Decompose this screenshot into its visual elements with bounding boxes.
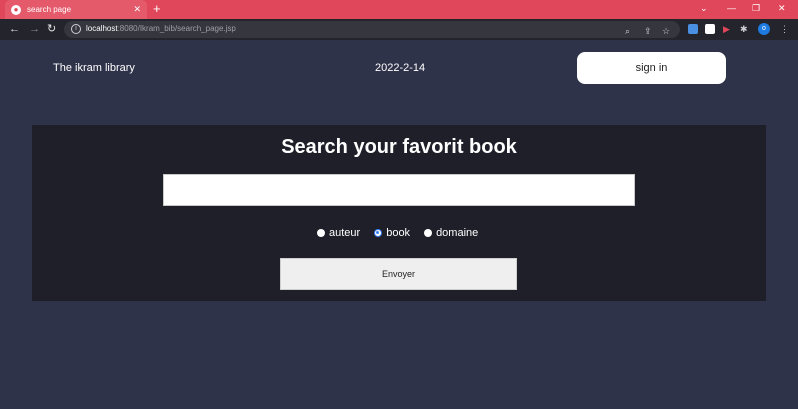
forward-icon[interactable]: → <box>29 23 40 35</box>
extension-icon[interactable] <box>688 24 698 34</box>
back-icon[interactable]: ← <box>9 23 20 35</box>
radio-label: auteur <box>329 227 361 239</box>
brand-name: The ikram library <box>53 62 135 74</box>
tab-title: search page <box>27 5 72 14</box>
radio-button[interactable] <box>424 229 433 237</box>
browser-tab-bar: ● search page ✕ + ⌄ — ❐ ✕ <box>0 0 798 19</box>
search-type-radio-group: auteur book domaine <box>317 225 492 241</box>
globe-icon: ● <box>11 4 21 15</box>
radio-auteur[interactable]: auteur <box>317 227 360 239</box>
menu-kebab-icon[interactable]: ⋮ <box>780 23 789 35</box>
site-info-icon[interactable]: i <box>71 24 81 34</box>
radio-button[interactable] <box>317 229 325 237</box>
extension-icon[interactable] <box>705 24 715 34</box>
extension-play-icon[interactable]: ▶ <box>723 23 730 35</box>
reload-icon[interactable]: ↻ <box>47 23 56 35</box>
radio-book[interactable]: book <box>374 227 410 239</box>
search-panel: Search your favorit book auteur book dom… <box>32 125 766 301</box>
search-heading: Search your favorit book <box>281 136 517 158</box>
current-date: 2022-2-14 <box>375 62 426 74</box>
window-close-icon[interactable]: ✕ <box>778 2 786 14</box>
bookmark-star-icon[interactable]: ☆ <box>662 25 670 37</box>
submit-button[interactable]: Envoyer <box>280 258 517 290</box>
restore-icon[interactable]: ❐ <box>752 2 760 14</box>
radio-label: book <box>386 227 411 239</box>
browser-tab[interactable]: ● search page ✕ <box>5 0 147 19</box>
new-tab-icon[interactable]: + <box>153 2 161 16</box>
tab-close-icon[interactable]: ✕ <box>133 5 141 14</box>
radio-button-checked[interactable] <box>374 229 383 237</box>
browser-toolbar: ← → ↻ i localhost:8080/Ikram_bib/search_… <box>0 19 798 40</box>
radio-label: domaine <box>436 227 479 239</box>
minimize-icon[interactable]: — <box>727 2 736 14</box>
share-icon[interactable]: ⇪ <box>644 25 652 37</box>
radio-domaine[interactable]: domaine <box>424 227 478 239</box>
url-text[interactable]: localhost:8080/Ikram_bib/search_page.jsp <box>86 24 236 34</box>
page: The ikram library 2022-2-14 sign in Sear… <box>0 40 798 409</box>
profile-avatar[interactable]: o <box>758 23 770 35</box>
zoom-icon[interactable]: ⌕ <box>625 25 630 37</box>
search-input[interactable] <box>163 174 635 206</box>
tab-search-chevron-icon[interactable]: ⌄ <box>700 2 708 14</box>
extensions-icon[interactable]: ✱ <box>740 23 748 35</box>
sign-in-button[interactable]: sign in <box>577 52 726 84</box>
address-bar[interactable]: i localhost:8080/Ikram_bib/search_page.j… <box>64 21 680 38</box>
